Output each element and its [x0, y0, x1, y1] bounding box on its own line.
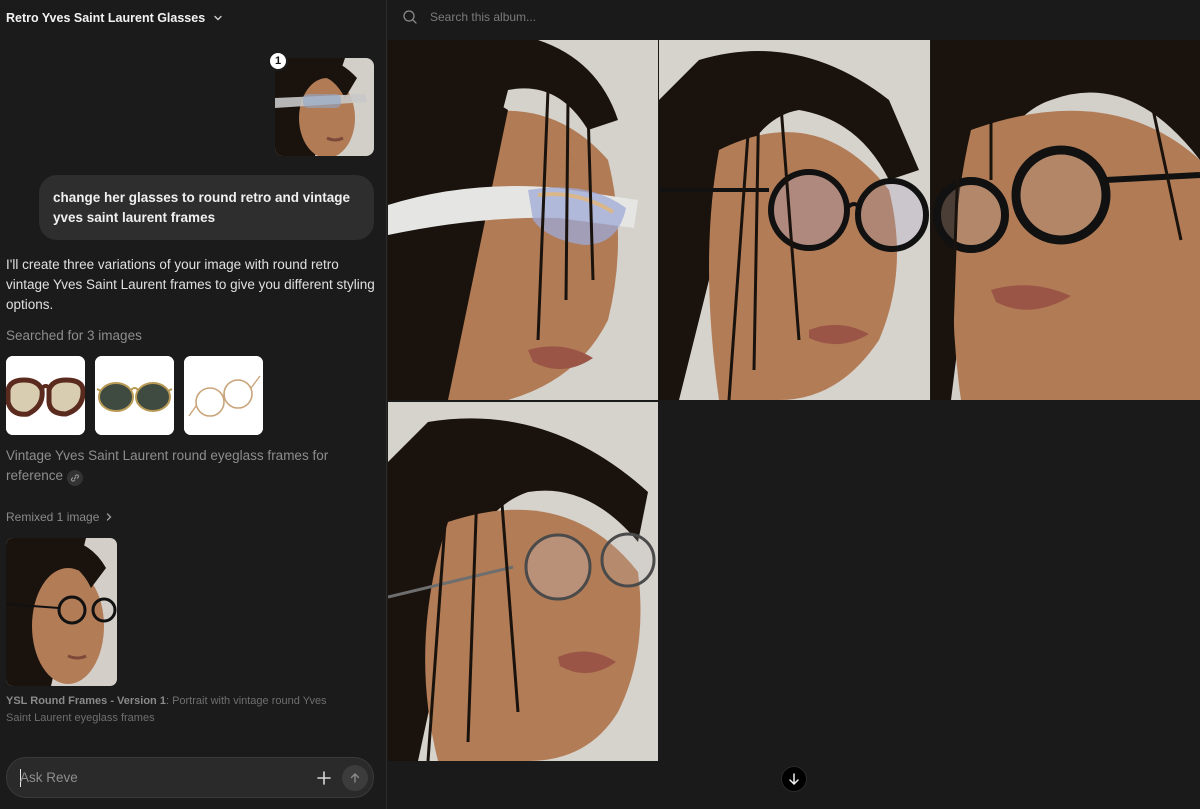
album-gallery: Search this album...	[388, 0, 1200, 809]
user-message-bubble: change her glasses to round retro and vi…	[39, 175, 374, 240]
search-status: Searched for 3 images	[6, 328, 142, 343]
ask-input-placeholder: Ask Reve	[20, 770, 78, 785]
ask-input-box[interactable]: Ask Reve	[6, 757, 374, 798]
search-icon	[402, 9, 418, 25]
reference-image-2[interactable]	[95, 356, 174, 435]
chat-panel: Retro Yves Saint Laurent Glasses 1 chang…	[0, 0, 387, 809]
gallery-image-4[interactable]	[388, 402, 658, 761]
album-search-placeholder: Search this album...	[430, 10, 537, 24]
gallery-image-3[interactable]	[931, 40, 1200, 400]
plus-icon[interactable]	[315, 769, 333, 787]
chevron-right-icon	[105, 512, 113, 522]
remixed-images-toggle[interactable]: Remixed 1 image	[6, 510, 113, 524]
reference-image-3[interactable]	[184, 356, 263, 435]
send-button[interactable]	[342, 765, 368, 791]
gallery-image-2[interactable]	[659, 40, 930, 400]
album-search[interactable]: Search this album...	[402, 8, 536, 26]
link-icon[interactable]	[67, 470, 84, 486]
reference-caption: Vintage Yves Saint Laurent round eyeglas…	[6, 446, 346, 486]
scroll-down-button[interactable]	[781, 766, 807, 792]
remix-label: Remixed 1 image	[6, 510, 100, 524]
gallery-image-1[interactable]	[388, 40, 658, 400]
remixed-result-image[interactable]	[6, 538, 117, 686]
result-caption: YSL Round Frames - Version 1: Portrait w…	[6, 693, 351, 727]
attachment-count-badge: 1	[268, 51, 288, 71]
result-title: YSL Round Frames - Version 1	[6, 695, 166, 707]
chevron-down-icon	[213, 13, 223, 23]
reference-image-1[interactable]	[6, 356, 85, 435]
arrow-up-icon	[350, 773, 360, 783]
arrow-down-icon	[789, 773, 799, 786]
user-attached-image[interactable]	[275, 58, 374, 156]
album-title: Retro Yves Saint Laurent Glasses	[6, 11, 206, 25]
reference-caption-text: Vintage Yves Saint Laurent round eyeglas…	[6, 448, 329, 483]
assistant-reply: I'll create three variations of your ima…	[6, 257, 375, 312]
album-title-dropdown[interactable]: Retro Yves Saint Laurent Glasses	[6, 9, 223, 27]
reference-images	[6, 356, 263, 435]
